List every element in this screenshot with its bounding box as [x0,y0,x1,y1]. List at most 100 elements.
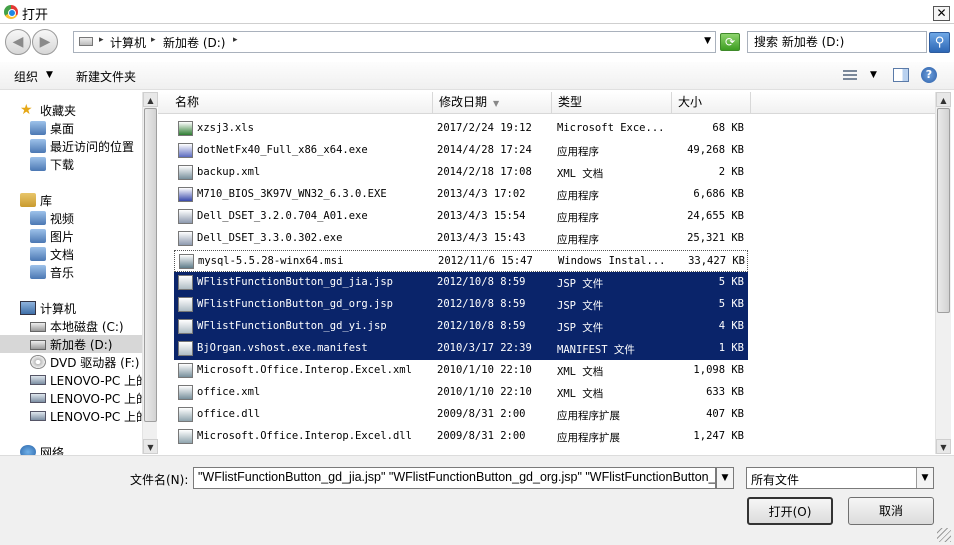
column-name[interactable]: 名称 [169,92,433,114]
column-size-label: 大小 [678,95,703,109]
search-box[interactable] [747,31,927,53]
organize-caret-icon[interactable]: ▼ [46,70,53,80]
scroll-thumb[interactable] [937,108,950,313]
sidebar-item[interactable]: ★ 收藏夹 [20,101,142,119]
file-row[interactable]: WFlistFunctionButton_gd_yi.jsp 2012/10/8 … [174,316,748,338]
navigation-bar: ◀ ▶ ▸ 计算机 ▸ 新加卷 (D:) ▸ ▼ ⟳ ⚲ [0,25,954,61]
sidebar-item-label: 图片 [50,230,75,244]
address-dropdown-icon[interactable]: ▼ [704,36,711,46]
sidebar-item-label: 桌面 [50,122,75,136]
file-row[interactable]: WFlistFunctionButton_gd_jia.jsp 2012/10/8… [174,272,748,294]
filetype-dropdown-icon[interactable]: ▼ [916,468,933,488]
file-row[interactable]: Microsoft.Office.Interop.Excel.dll 2009/8… [174,426,748,448]
sidebar-item[interactable]: 网络 [20,443,142,455]
open-button[interactable]: 打开(O) [747,497,833,525]
scroll-down-icon[interactable]: ▼ [936,439,951,454]
file-date: 2013/4/3 17:02 [437,188,526,200]
close-button[interactable]: ✕ [933,6,950,21]
filetype-select[interactable]: 所有文件 ▼ [746,467,934,489]
file-size: 24,655 KB [687,210,744,222]
scroll-up-icon[interactable]: ▲ [143,92,158,107]
breadcrumb-drive-d[interactable]: 新加卷 (D:) [163,34,225,51]
sidebar-item[interactable]: 音乐 [30,263,142,281]
sidebar-item[interactable]: 桌面 [30,119,142,137]
sidebar-item[interactable]: LENOVO-PC 上的 [30,389,148,407]
file-name: WFlistFunctionButton_gd_jia.jsp [197,276,393,288]
scroll-down-icon[interactable]: ▼ [143,439,158,454]
back-button[interactable]: ◀ [5,29,31,55]
breadcrumb-separator-icon[interactable]: ▸ [99,35,104,45]
scroll-thumb[interactable] [144,108,157,422]
organize-button[interactable]: 组织 [14,68,38,85]
navigation-pane: ★ 收藏夹桌面 最近访问的位置下载库视频图片 文档 音乐计算机 本地磁盘 (C:) 新加卷 … [0,91,157,455]
address-bar[interactable]: ▸ 计算机 ▸ 新加卷 (D:) ▸ ▼ [73,31,716,53]
column-date[interactable]: 修改日期 ▼ [433,92,552,114]
file-size: 68 KB [712,122,744,134]
file-row[interactable]: BjOrgan.vshost.exe.manifest 2010/3/17 22:… [174,338,748,360]
file-row[interactable]: Dell_DSET_3.3.0.302.exe 2013/4/3 15:43 应用程… [174,228,748,250]
file-row[interactable]: mysql-5.5.28-winx64.msi 2012/11/6 15:47 Wi… [174,250,748,272]
navigation-scrollbar[interactable]: ▲ ▼ [142,92,158,454]
view-caret-icon[interactable]: ▼ [870,70,877,80]
sidebar-item-label: 下载 [50,158,75,172]
sidebar-item[interactable]: 图片 [30,227,142,245]
sidebar-item-label: 新加卷 (D:) [50,338,113,352]
help-icon[interactable]: ? [921,67,937,83]
file-row[interactable]: Dell_DSET_3.2.0.704_A01.exe 2013/4/3 15:5… [174,206,748,228]
sidebar-item[interactable]: 库 [20,191,142,209]
column-type[interactable]: 类型 [552,92,672,114]
cancel-button[interactable]: 取消 [848,497,934,525]
file-row[interactable]: M710_BIOS_3K97V_WN32_6.3.0.EXE 2013/4/3 1… [174,184,748,206]
search-input[interactable] [754,34,922,50]
file-row[interactable]: backup.xml 2014/2/18 17:08 XML 文档 2 KB [174,162,748,184]
file-size: 1 KB [718,342,744,354]
sidebar-item[interactable]: 最近访问的位置 [30,137,142,155]
video-icon [30,211,46,225]
file-size: 1,247 KB [693,430,744,442]
installer-icon [178,143,193,158]
search-icon[interactable]: ⚲ [929,32,950,53]
breadcrumb-separator-icon[interactable]: ▸ [151,35,156,45]
file-date: 2013/4/3 15:43 [437,232,526,244]
local-disk-icon [30,322,46,332]
column-size[interactable]: 大小 [672,92,751,114]
file-row[interactable]: office.dll 2009/8/31 2:00 应用程序扩展 407 KB [174,404,748,426]
file-row[interactable]: xzsj3.xls 2017/2/24 19:12 Microsoft Exce..… [174,118,748,140]
new-folder-button[interactable]: 新建文件夹 [76,68,136,85]
sidebar-item[interactable]: DVD 驱动器 (F:) [30,353,142,371]
title-bar: 打开 ✕ [0,0,954,24]
scroll-up-icon[interactable]: ▲ [936,92,951,107]
sidebar-item[interactable]: 下载 [30,155,142,173]
drive-icon [79,37,93,46]
refresh-icon[interactable]: ⟳ [720,33,740,51]
file-size: 633 KB [706,386,744,398]
file-type: 应用程序 [557,146,599,158]
dll-file-icon [178,407,193,422]
file-row[interactable]: Microsoft.Office.Interop.Excel.xml 2010/1… [174,360,748,382]
sidebar-item[interactable]: 本地磁盘 (C:) [30,317,142,335]
filename-dropdown-icon[interactable]: ▼ [716,467,734,489]
file-name: xzsj3.xls [197,122,254,134]
sidebar-item[interactable]: 视频 [30,209,142,227]
sidebar-item[interactable]: LENOVO-PC 上的 [30,371,148,389]
forward-button[interactable]: ▶ [32,29,58,55]
resize-grip-icon[interactable] [937,528,951,542]
sidebar-item[interactable]: 计算机 [20,299,142,317]
music-icon [30,265,46,279]
file-name: dotNetFx40_Full_x86_x64.exe [197,144,368,156]
sidebar-item[interactable]: LENOVO-PC 上的 [30,407,148,425]
breadcrumb-separator-icon[interactable]: ▸ [233,35,238,45]
sidebar-item[interactable]: 文档 [30,245,142,263]
breadcrumb-computer[interactable]: 计算机 [110,34,146,51]
preview-pane-icon[interactable] [893,68,909,82]
file-row[interactable]: dotNetFx40_Full_x86_x64.exe 2014/4/28 17:… [174,140,748,162]
file-row[interactable]: WFlistFunctionButton_gd_org.jsp 2012/10/8… [174,294,748,316]
file-row[interactable]: office.xml 2010/1/10 22:10 XML 文档 633 KB [174,382,748,404]
file-list-scrollbar[interactable]: ▲ ▼ [935,92,951,454]
sidebar-item[interactable]: 新加卷 (D:) [0,335,142,353]
manifest-file-icon [178,341,193,356]
file-type: Windows Instal... [558,255,666,267]
filename-input[interactable]: "WFlistFunctionButton_gd_jia.jsp" "WFlis… [193,467,716,489]
view-options-icon[interactable] [843,70,857,81]
bios-exe-icon [178,187,193,202]
